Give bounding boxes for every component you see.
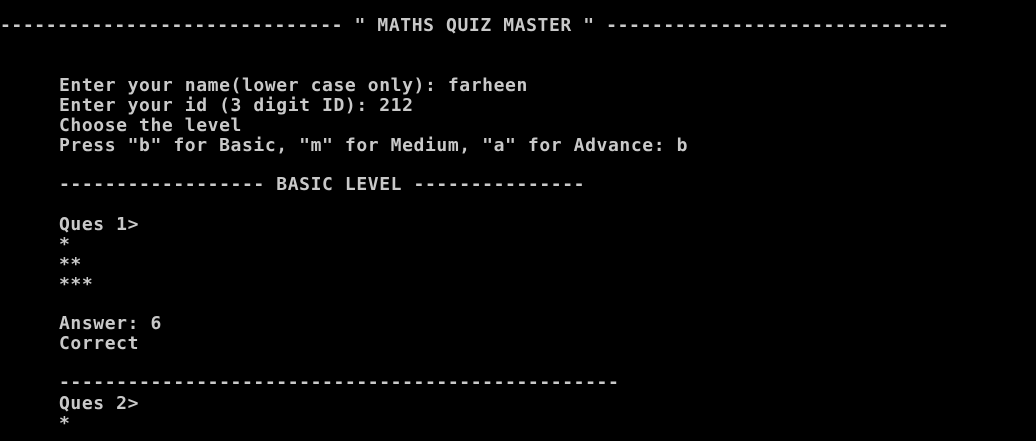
- console-window: ------------------------------ " MATHS Q…: [0, 0, 1036, 441]
- id-prompt-line: Enter your id (3 digit ID): 212: [59, 95, 414, 116]
- separator-line: ----------------------------------------…: [59, 372, 620, 393]
- question-2-label: Ques 2>: [59, 393, 140, 414]
- quiz-title-banner: ------------------------------ " MATHS Q…: [0, 15, 950, 36]
- name-prompt-line: Enter your name(lower case only): farhee…: [59, 75, 528, 96]
- answer-line: Answer: 6: [59, 313, 162, 334]
- question-2-pattern-row-1: *: [59, 413, 71, 434]
- result-line: Correct: [59, 333, 140, 354]
- level-options-line: Press "b" for Basic, "m" for Medium, "a"…: [59, 135, 689, 156]
- basic-level-header: ------------------ BASIC LEVEL ---------…: [59, 174, 586, 195]
- question-1-pattern-row-3: ***: [59, 274, 94, 295]
- question-1-pattern-row-2: **: [59, 254, 82, 275]
- question-1-label: Ques 1>: [59, 214, 140, 235]
- question-1-pattern-row-1: *: [59, 234, 71, 255]
- choose-level-line: Choose the level: [59, 115, 242, 136]
